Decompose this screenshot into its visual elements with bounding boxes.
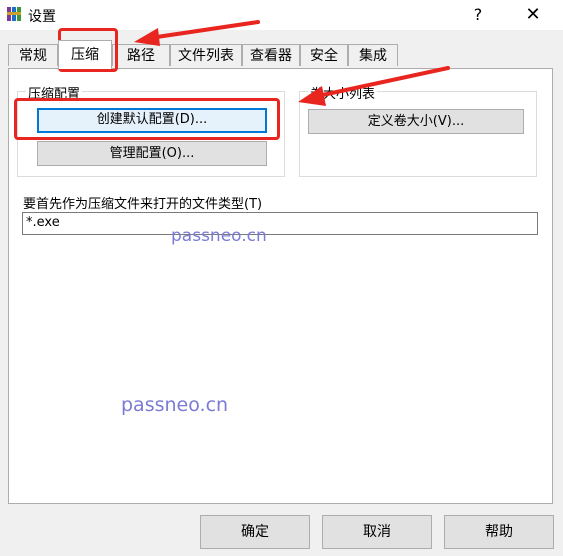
define-volume-sizes-button[interactable]: 定义卷大小(V)... <box>308 109 524 134</box>
create-default-profile-button[interactable]: 创建默认配置(D)... <box>37 108 267 133</box>
settings-window: 设置 ? ✕ 常规 压缩 路径 文件列表 查看器 安全 集成 压缩配置 创建默认… <box>0 0 563 556</box>
compression-profiles-title: 压缩配置 <box>26 83 83 102</box>
close-button[interactable]: ✕ <box>518 2 548 28</box>
watermark-top: passneo.cn <box>171 226 267 246</box>
tab-strip: 常规 压缩 路径 文件列表 查看器 安全 集成 <box>8 40 556 69</box>
tab-file-list[interactable]: 文件列表 <box>170 44 242 66</box>
volume-sizes-title: 卷大小列表 <box>308 83 378 102</box>
window-title: 设置 <box>28 9 56 25</box>
tab-security[interactable]: 安全 <box>300 44 348 66</box>
tab-viewer[interactable]: 查看器 <box>242 44 300 66</box>
tab-paths[interactable]: 路径 <box>112 44 170 66</box>
tab-compression[interactable]: 压缩 <box>58 40 112 69</box>
cancel-button[interactable]: 取消 <box>322 515 432 549</box>
tab-general[interactable]: 常规 <box>8 44 58 66</box>
watermark-bottom: passneo.cn <box>121 394 229 416</box>
file-types-label: 要首先作为压缩文件来打开的文件类型(T) <box>23 197 263 212</box>
compression-panel: 压缩配置 创建默认配置(D)... 管理配置(O)... 卷大小列表 定义卷大小… <box>8 68 553 504</box>
title-bar: 设置 ? ✕ <box>0 0 563 30</box>
question-icon: ? <box>473 5 483 24</box>
file-types-input[interactable]: *.exe <box>22 212 538 235</box>
winrar-app-icon <box>7 7 21 21</box>
volume-sizes-group: 卷大小列表 <box>299 83 537 177</box>
manage-profiles-button[interactable]: 管理配置(O)... <box>37 141 267 166</box>
tab-integration[interactable]: 集成 <box>348 44 398 66</box>
help-title-button[interactable]: ? <box>463 2 493 28</box>
close-icon: ✕ <box>525 4 541 25</box>
help-button[interactable]: 帮助 <box>444 515 554 549</box>
ok-button[interactable]: 确定 <box>200 515 310 549</box>
